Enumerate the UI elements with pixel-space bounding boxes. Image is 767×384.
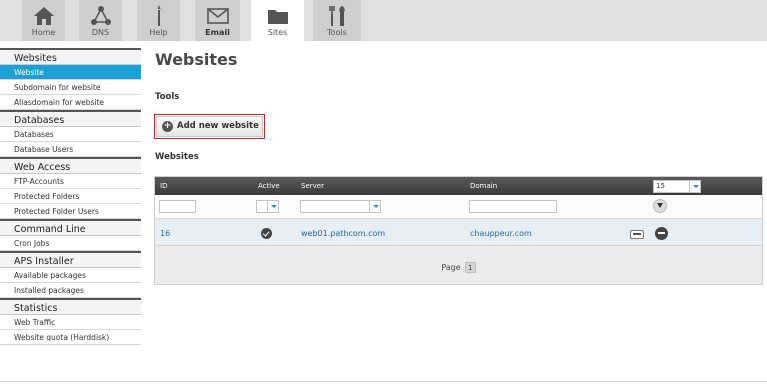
top-nav-bar: Home DNS Help Email Sites Tools xyxy=(0,0,767,41)
sidebar-section-databases: Databases xyxy=(0,110,141,127)
tab-dns-label: DNS xyxy=(91,28,110,37)
sidebar-item-web-traffic[interactable]: Web Traffic xyxy=(0,315,141,330)
sidebar-item-aliasdomain[interactable]: Aliasdomain for website xyxy=(0,95,141,110)
page-size-value: 15 xyxy=(656,182,665,190)
add-new-website-label: Add new website xyxy=(177,121,259,131)
column-header-active[interactable]: Active xyxy=(258,182,280,190)
active-check-icon xyxy=(261,228,272,239)
column-header-server[interactable]: Server xyxy=(301,182,324,190)
filter-icon[interactable] xyxy=(653,199,667,213)
row-domain[interactable]: chauppeur.com xyxy=(470,229,532,238)
sidebar-item-protected-folder-users[interactable]: Protected Folder Users xyxy=(0,204,141,219)
sidebar-item-databases[interactable]: Databases xyxy=(0,127,141,142)
tab-home-label: Home xyxy=(31,28,56,37)
tools-icon xyxy=(329,6,345,26)
email-icon xyxy=(206,8,229,24)
sidebar: Websites Website Subdomain for website A… xyxy=(0,48,141,345)
page-title: Websites xyxy=(155,50,238,69)
column-header-domain[interactable]: Domain xyxy=(470,182,497,190)
pager: Page 1 xyxy=(155,262,762,273)
sidebar-item-database-users[interactable]: Database Users xyxy=(0,142,141,157)
column-header-id[interactable]: ID xyxy=(160,182,167,190)
tab-email[interactable]: Email xyxy=(195,0,240,41)
row-server[interactable]: web01.pathcom.com xyxy=(301,229,385,238)
table-header: ID Active Server Domain 15 xyxy=(155,177,762,195)
tab-tools-label: Tools xyxy=(327,28,347,37)
tools-heading: Tools xyxy=(155,92,180,102)
chevron-down-icon xyxy=(267,201,278,212)
chevron-down-icon xyxy=(689,181,700,192)
sidebar-section-statistics: Statistics xyxy=(0,298,141,315)
tab-help[interactable]: Help xyxy=(137,0,180,41)
sidebar-section-command-line: Command Line xyxy=(0,219,141,236)
help-icon xyxy=(157,5,160,26)
tab-home[interactable]: Home xyxy=(22,0,65,41)
filter-active-select[interactable] xyxy=(256,200,279,213)
sidebar-item-installed-packages[interactable]: Installed packages xyxy=(0,283,141,298)
dns-icon xyxy=(90,6,111,25)
plus-icon: + xyxy=(162,121,173,132)
sidebar-item-cron-jobs[interactable]: Cron Jobs xyxy=(0,236,141,251)
sidebar-item-website[interactable]: Website xyxy=(0,65,141,80)
tab-dns[interactable]: DNS xyxy=(79,0,122,41)
tab-email-label: Email xyxy=(205,28,230,37)
sidebar-item-available-packages[interactable]: Available packages xyxy=(0,268,141,283)
sidebar-section-websites: Websites xyxy=(0,48,141,65)
sites-icon xyxy=(267,10,288,24)
sidebar-item-protected-folders[interactable]: Protected Folders xyxy=(0,189,141,204)
page-size-select[interactable]: 15 xyxy=(653,180,701,193)
filter-server-select[interactable] xyxy=(300,200,381,213)
tab-help-label: Help xyxy=(149,28,168,37)
pager-label: Page xyxy=(441,263,461,272)
server-icon[interactable] xyxy=(630,230,644,239)
filter-domain-input[interactable] xyxy=(469,200,557,213)
websites-table: ID Active Server Domain 15 16 web01.path… xyxy=(154,176,763,285)
delete-icon[interactable] xyxy=(655,227,668,240)
tab-sites[interactable]: Sites xyxy=(251,0,304,41)
sidebar-item-website-quota[interactable]: Website quota (Harddisk) xyxy=(0,330,141,345)
tab-tools[interactable]: Tools xyxy=(313,0,361,41)
filter-id-input[interactable] xyxy=(159,200,196,213)
home-icon xyxy=(33,7,54,25)
filter-row xyxy=(155,195,762,219)
table-row[interactable]: 16 web01.pathcom.com chauppeur.com xyxy=(155,220,762,246)
websites-list-heading: Websites xyxy=(155,152,199,162)
tab-sites-label: Sites xyxy=(267,28,288,37)
sidebar-section-web-access: Web Access xyxy=(0,157,141,174)
chevron-down-icon xyxy=(369,201,380,212)
add-new-website-button-face: + Add new website xyxy=(156,116,263,137)
row-id[interactable]: 16 xyxy=(160,229,170,238)
sidebar-section-aps-installer: APS Installer xyxy=(0,251,141,268)
footer-divider xyxy=(0,381,767,382)
add-new-website-button[interactable]: + Add new website xyxy=(154,114,265,139)
pager-page-1[interactable]: 1 xyxy=(464,262,476,273)
sidebar-item-ftp-accounts[interactable]: FTP-Accounts xyxy=(0,174,141,189)
sidebar-item-subdomain[interactable]: Subdomain for website xyxy=(0,80,141,95)
